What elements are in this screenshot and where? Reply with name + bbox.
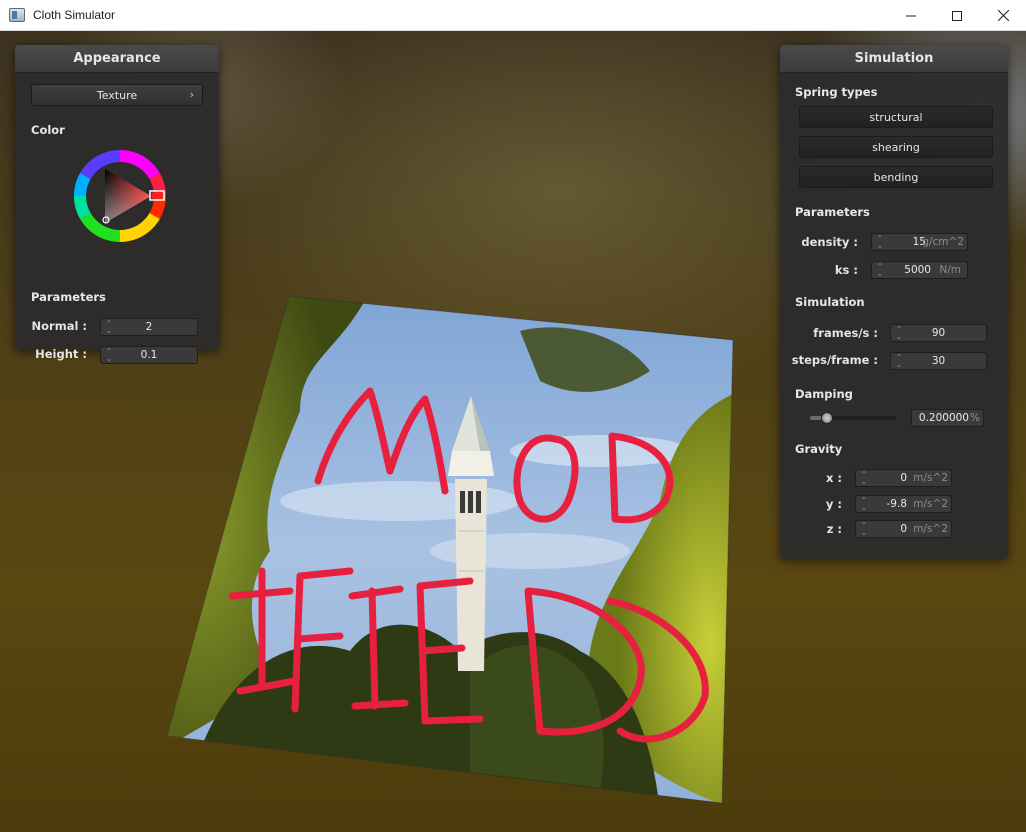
bending-toggle[interactable]: bending (799, 166, 993, 188)
shader-select-label: Texture (96, 88, 138, 102)
chevron-right-icon: › (189, 88, 194, 101)
spinner-icon[interactable]: ⌃ ⌄ (876, 263, 884, 278)
maximize-icon (952, 10, 962, 21)
sim-parameters-label: Parameters (795, 205, 870, 219)
damping-input[interactable]: 0.200000 % (911, 409, 984, 427)
ks-input[interactable]: ⌃ ⌄ 5000 N/m (871, 261, 968, 279)
steps-per-frame-input[interactable]: ⌃ ⌄ 30 (890, 352, 987, 370)
spinner-icon[interactable]: ⌃ ⌄ (860, 522, 868, 537)
normal-input[interactable]: ⌃ ⌄ 2 (100, 318, 198, 336)
damping-label: Damping (795, 387, 853, 401)
appearance-parameters-label: Parameters (31, 290, 106, 304)
gravity-z-input[interactable]: ⌃ ⌄ 0 m/s^2 (855, 520, 952, 538)
spring-types-label: Spring types (795, 85, 878, 99)
structural-toggle[interactable]: structural (799, 106, 993, 128)
render-viewport[interactable]: Appearance Texture › Color Parameters No… (0, 31, 1026, 832)
app-icon (9, 8, 25, 22)
gravity-label: Gravity (795, 442, 843, 456)
simulation-section-label: Simulation (795, 295, 865, 309)
gravity-x-input[interactable]: ⌃ ⌄ 0 m/s^2 (855, 469, 952, 487)
gravity-y-input[interactable]: ⌃ ⌄ -9.8 m/s^2 (855, 495, 952, 513)
window-controls (888, 0, 1026, 31)
damping-slider-handle[interactable] (821, 412, 834, 424)
close-button[interactable] (980, 0, 1026, 31)
ks-label: ks : (834, 263, 858, 277)
normal-label: Normal : (31, 319, 87, 333)
gravity-x-label: x : (825, 471, 842, 485)
color-wheel[interactable] (72, 148, 168, 244)
gravity-y-label: y : (825, 497, 842, 511)
shearing-toggle[interactable]: shearing (799, 136, 993, 158)
minimize-button[interactable] (888, 0, 934, 31)
spinner-icon[interactable]: ⌃ ⌄ (860, 497, 868, 512)
simulation-panel-title: Simulation (780, 45, 1008, 73)
steps-per-frame-label: steps/frame : (791, 353, 878, 367)
height-input[interactable]: ⌃ ⌄ 0.1 (100, 346, 198, 364)
gravity-z-label: z : (826, 522, 842, 536)
spinner-icon[interactable]: ⌃ ⌄ (876, 235, 884, 250)
fps-input[interactable]: ⌃ ⌄ 90 (890, 324, 987, 342)
fps-label: frames/s : (813, 326, 878, 340)
minimize-icon (906, 15, 916, 16)
simulation-panel: Simulation Spring types structural shear… (780, 45, 1008, 559)
close-icon (997, 10, 1009, 21)
maximize-button[interactable] (934, 0, 980, 31)
shader-select-button[interactable]: Texture › (31, 84, 203, 106)
appearance-panel-title: Appearance (15, 45, 219, 73)
appearance-panel: Appearance Texture › Color Parameters No… (15, 45, 219, 364)
color-label: Color (31, 123, 65, 137)
spinner-icon[interactable]: ⌃ ⌄ (860, 471, 868, 486)
damping-slider[interactable] (810, 412, 896, 424)
window-titlebar: Cloth Simulator (0, 0, 1026, 31)
window-title: Cloth Simulator (33, 8, 116, 22)
density-input[interactable]: ⌃ ⌄ 15 g/cm^2 (871, 233, 968, 251)
density-label: density : (801, 235, 858, 249)
height-label: Height : (35, 347, 87, 361)
